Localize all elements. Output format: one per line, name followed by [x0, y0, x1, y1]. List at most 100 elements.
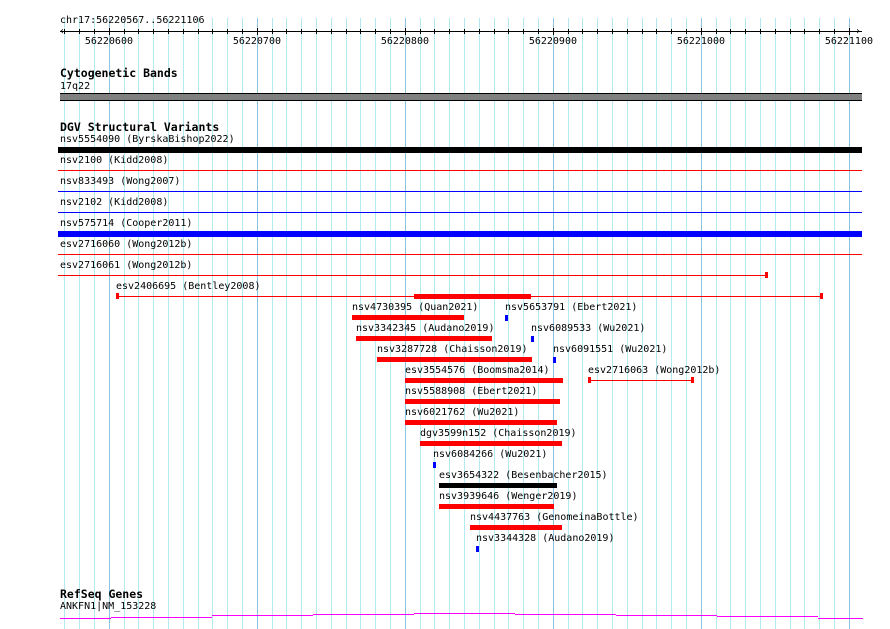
ruler-tick [642, 29, 643, 34]
variant-bar[interactable] [505, 315, 508, 321]
variant-bar[interactable] [470, 525, 562, 530]
variant-end-cap [116, 293, 119, 299]
grid-line [94, 18, 95, 629]
feature-label[interactable]: nsv3939646 (Wenger2019) [439, 491, 577, 502]
feature-label[interactable]: nsv5554090 (ByrskaBishop2022) [60, 134, 235, 145]
variant-bar[interactable] [58, 231, 862, 237]
feature-label[interactable]: nsv2100 (Kidd2008) [60, 155, 168, 166]
ruler-tick [331, 29, 332, 34]
variant-bar[interactable] [356, 336, 492, 341]
ruler-tick [464, 29, 465, 34]
variant-end-cap [588, 377, 591, 383]
grid-line [790, 18, 791, 629]
feature-label[interactable]: esv2406695 (Bentley2008) [116, 281, 261, 292]
ruler-tick [612, 29, 613, 34]
ruler-tick [538, 29, 539, 34]
ruler-tick [656, 29, 657, 34]
variant-line[interactable] [58, 170, 862, 171]
grid-line [242, 18, 243, 629]
ruler-tick [360, 29, 361, 34]
feature-label[interactable]: nsv5588908 (Ebert2021) [405, 386, 537, 397]
feature-label[interactable]: nsv4730395 (Quan2021) [352, 302, 478, 313]
ruler-tick-label: 56220700 [232, 36, 281, 47]
feature-label[interactable]: nsv3344328 (Audano2019) [476, 533, 614, 544]
feature-label[interactable]: nsv2102 (Kidd2008) [60, 197, 168, 208]
ruler-tick [109, 28, 110, 35]
grid-line [257, 18, 258, 629]
ruler-tick [64, 29, 65, 34]
variant-line[interactable] [58, 212, 862, 213]
ruler-tick [834, 29, 835, 34]
ruler-tick [390, 29, 391, 34]
refseq-track-title: RefSeq Genes [60, 587, 144, 601]
variant-line[interactable] [58, 275, 767, 276]
variant-bar[interactable] [405, 399, 560, 404]
ruler-tick [819, 29, 820, 34]
feature-label[interactable]: esv3654322 (Besenbacher2015) [439, 470, 608, 481]
ruler-tick [316, 29, 317, 34]
grid-line [760, 18, 761, 629]
variant-bar[interactable] [405, 420, 557, 425]
feature-label[interactable]: nsv5653791 (Ebert2021) [505, 302, 637, 313]
grid-line [686, 18, 687, 629]
feature-label[interactable]: nsv6089533 (Wu2021) [531, 323, 645, 334]
ruler-tick [272, 29, 273, 34]
genome-browser-view[interactable]: chr17:56220567..56221106 ‹ › 56220600 562… [0, 0, 890, 629]
ruler-tick [138, 29, 139, 34]
variant-bar[interactable] [377, 357, 532, 362]
variant-thick-region[interactable] [414, 294, 531, 299]
variant-bar[interactable] [439, 483, 557, 488]
variant-bar[interactable] [405, 378, 563, 383]
variant-bar[interactable] [420, 441, 562, 446]
feature-label[interactable]: nsv4437763 (GenomeinaBottle) [470, 512, 639, 523]
variant-bar[interactable] [553, 357, 556, 363]
grid-line [79, 18, 80, 629]
variant-bar[interactable] [439, 504, 554, 509]
ruler-tick [212, 29, 213, 34]
feature-label[interactable]: esv2716063 (Wong2012b) [588, 365, 720, 376]
gene-label: ANKFN1|NM_153228 [60, 601, 157, 612]
feature-label[interactable]: esv2716060 (Wong2012b) [60, 239, 192, 250]
grid-line [286, 18, 287, 629]
feature-label[interactable]: nsv6021762 (Wu2021) [405, 407, 519, 418]
gene-segment [414, 613, 515, 614]
ruler-tick [242, 29, 243, 34]
feature-label[interactable]: nsv3342345 (Audano2019) [356, 323, 494, 334]
ruler-tick [627, 29, 628, 34]
feature-label[interactable]: dgv3599n152 (Chaisson2019) [420, 428, 577, 439]
grid-line [834, 18, 835, 629]
variant-bar[interactable] [352, 315, 464, 320]
ruler-tick [79, 29, 80, 34]
variant-line[interactable] [58, 254, 862, 255]
variant-bar[interactable] [531, 336, 534, 342]
grid-line [849, 18, 850, 629]
feature-label[interactable]: nsv3287728 (Chaisson2019) [377, 344, 528, 355]
ruler-tick [508, 29, 509, 34]
variant-line[interactable] [58, 191, 862, 192]
grid-line [198, 18, 199, 629]
gene-segment [515, 614, 616, 615]
ruler-tick [153, 29, 154, 34]
variant-bar[interactable] [433, 462, 436, 468]
variant-bar[interactable] [58, 147, 862, 153]
variant-end-cap [820, 293, 823, 299]
cytoband-bar[interactable] [60, 93, 862, 101]
grid-line [745, 18, 746, 629]
grid-line [272, 18, 273, 629]
feature-label[interactable]: esv2716061 (Wong2012b) [60, 260, 192, 271]
cytoband-track-title: Cytogenetic Bands [60, 66, 178, 80]
feature-label[interactable]: esv3554576 (Boomsma2014) [405, 365, 550, 376]
variant-line[interactable] [588, 380, 693, 381]
feature-label[interactable]: nsv6091551 (Wu2021) [553, 344, 667, 355]
ruler-tick-label: 56220900 [528, 36, 577, 47]
feature-label[interactable]: nsv6084266 (Wu2021) [433, 449, 547, 460]
grid-line [671, 18, 672, 629]
grid-line [212, 18, 213, 629]
feature-label[interactable]: nsv575714 (Cooper2011) [60, 218, 192, 229]
grid-line [804, 18, 805, 629]
feature-label[interactable]: nsv833493 (Wong2007) [60, 176, 180, 187]
grid-line [183, 18, 184, 629]
variant-end-cap [691, 377, 694, 383]
variant-bar[interactable] [476, 546, 479, 552]
gene-segment [60, 618, 111, 619]
